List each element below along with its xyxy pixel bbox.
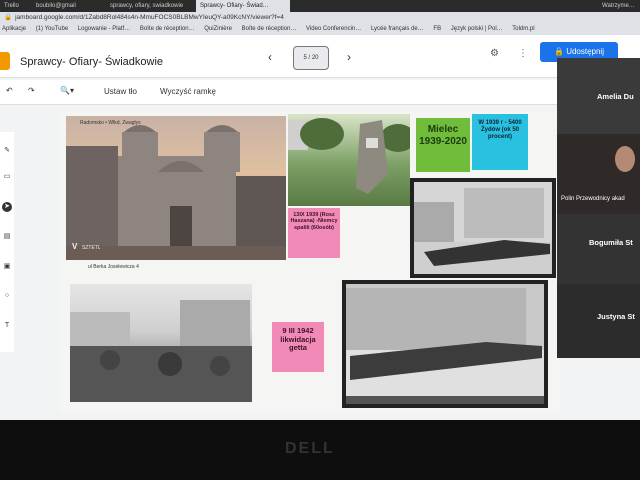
image-icon[interactable]: ▣ [2,262,12,272]
bookmark[interactable]: Logowanie - Platf… [78,26,130,32]
participant-name: Amelia Du [597,92,634,101]
circle-icon[interactable]: ○ [2,292,12,302]
tab-active[interactable]: Sprawcy- Ofiary- Świad… [196,0,290,12]
crowd-photo[interactable] [70,284,252,402]
more-icon[interactable]: ⋮ [518,48,528,59]
redo-icon[interactable]: ↷ [28,86,35,95]
sticky-note-pink[interactable]: 13IX 1939 (Rosz Haszana) -Niemcy spalili… [288,208,340,258]
share-label: Udostępnij [566,47,604,56]
bookmark[interactable]: (1) YouTube [36,26,68,32]
set-background-button[interactable]: Ustaw tło [104,87,137,96]
zoom-icon[interactable]: 🔍▾ [60,86,74,95]
ghetto-photo[interactable] [342,280,548,408]
participant-name: Bogumiła St [589,238,633,247]
sztetl-logo-text: SZTETL [82,245,101,251]
bookmark[interactable]: Lycée français de… [371,26,424,32]
bookmark[interactable]: Video Conferencin… [306,26,361,32]
prev-frame-icon[interactable]: ‹ [268,50,272,64]
screen: Trello boubilo@gmail sprawcy, ofiary, sw… [0,0,640,420]
sztetl-logo: V [72,242,78,251]
bookmark[interactable]: Aplikacje [2,26,26,32]
participant-name: Justyna St [597,312,635,321]
sticky-note-green[interactable]: Mielec 1939-2020 [416,118,470,172]
memorial-stone-drawing [288,118,410,194]
url-text: jamboard.google.com/d/1Zabd8Rol484s4n-Mm… [15,14,284,21]
bookmark[interactable]: Język polski | Pol… [451,26,503,32]
address-bar[interactable]: 🔒 jamboard.google.com/d/1Zabd8Rol484s4n-M… [0,12,640,24]
lock-icon: 🔒 [4,14,13,21]
pen-icon[interactable]: ✎ [2,146,12,156]
video-call-panel: Amelia Du Polin Przewodnicy akad Bogumił… [557,58,640,358]
memorial-photo[interactable] [288,114,410,206]
synagogue-photo[interactable]: Radomsko • Wlkd. Zwaglys V SZTETL [66,116,286,260]
bookmark[interactable]: FB [433,26,441,32]
tab[interactable]: Watrzyme… [598,0,640,12]
crowd-drawing [70,300,252,402]
photo-subcaption: ul Berka Joselewicza 4 [88,264,139,270]
participant-tile[interactable]: Justyna St [557,286,640,358]
sticky-note-pink[interactable]: 9 III 1942 likwidacja getta [272,322,324,372]
participant-tile[interactable]: Polin Przewodnicy akad [557,136,640,212]
textbox-icon[interactable]: T [2,322,12,332]
next-frame-icon[interactable]: › [347,50,351,64]
frame-counter[interactable]: 5 / 20 [293,46,329,70]
select-icon[interactable]: ➤ [2,202,12,212]
dell-logo: DELL [285,440,335,457]
bookmarks-bar: Aplikacje (1) YouTube Logowanie - Platf…… [0,24,640,35]
tab[interactable]: sprawcy, ofiary, swiadkowie [106,0,190,12]
undo-icon[interactable]: ↶ [6,86,13,95]
settings-icon[interactable]: ⚙ [490,48,499,59]
avatar [615,146,635,172]
participant-tile[interactable]: Bogumiła St [557,214,640,284]
toolbar: ↶ ↷ 🔍▾ Ustaw tło Wyczyść ramkę [0,80,560,105]
participant-name: Polin Przewodnicy akad [561,196,625,202]
jamboard-canvas[interactable]: Radomsko • Wlkd. Zwaglys V SZTETL ul Ber… [60,112,560,412]
procession-drawing [414,182,552,274]
participant-tile[interactable]: Amelia Du [557,58,640,134]
procession-photo[interactable] [410,178,556,278]
bookmark[interactable]: Boîte de réception… [242,26,297,32]
bookmark[interactable]: Toldm.pl [512,26,534,32]
browser-tab-bar: Trello boubilo@gmail sprawcy, ofiary, sw… [0,0,640,12]
ghetto-drawing [346,284,544,404]
sticky-note-icon[interactable]: ▤ [2,232,12,242]
tab[interactable]: boubilo@gmail [32,0,96,12]
synagogue-drawing [66,125,286,260]
sticky-note-cyan[interactable]: W 1939 r - 5400 Żydów (ok 50 procent) [472,114,528,170]
lock-icon: 🔒 [554,47,567,56]
bookmark[interactable]: QuiZinière [204,26,232,32]
tab[interactable]: Trello [0,0,32,12]
tool-rail: ✎ ▭ ➤ ▤ ▣ ○ T [0,132,14,352]
jamboard-logo [0,52,10,70]
eraser-icon[interactable]: ▭ [2,172,12,182]
clear-frame-button[interactable]: Wyczyść ramkę [160,87,216,96]
page-title[interactable]: Sprawcy- Ofiary- Świadkowie [20,56,163,68]
bookmark[interactable]: Boîte de réception… [140,26,195,32]
